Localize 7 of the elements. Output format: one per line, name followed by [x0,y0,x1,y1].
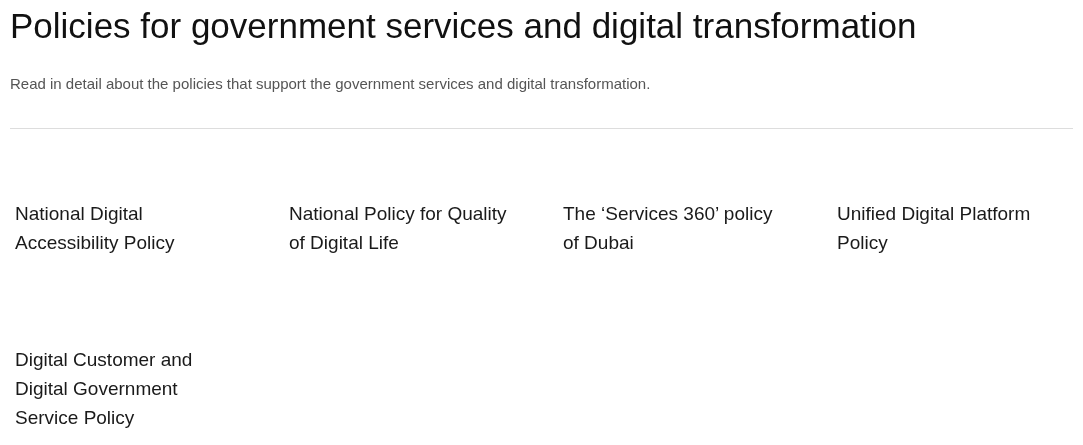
policy-link[interactable]: National Digital Accessibility Policy [15,199,240,257]
page-title: Policies for government services and digital transformation [10,5,918,47]
policy-link[interactable]: National Policy for Quality of Digital Life [289,199,514,257]
policy-link[interactable]: The ‘Services 360’ policy of Dubai [563,199,788,257]
policy-link[interactable]: Unified Digital Platform Policy [837,199,1062,257]
policy-link[interactable]: Digital Customer and Digital Government Service Policy [15,345,240,432]
page-description: Read in detail about the policies that support the government services and digital transformation. [10,74,652,94]
